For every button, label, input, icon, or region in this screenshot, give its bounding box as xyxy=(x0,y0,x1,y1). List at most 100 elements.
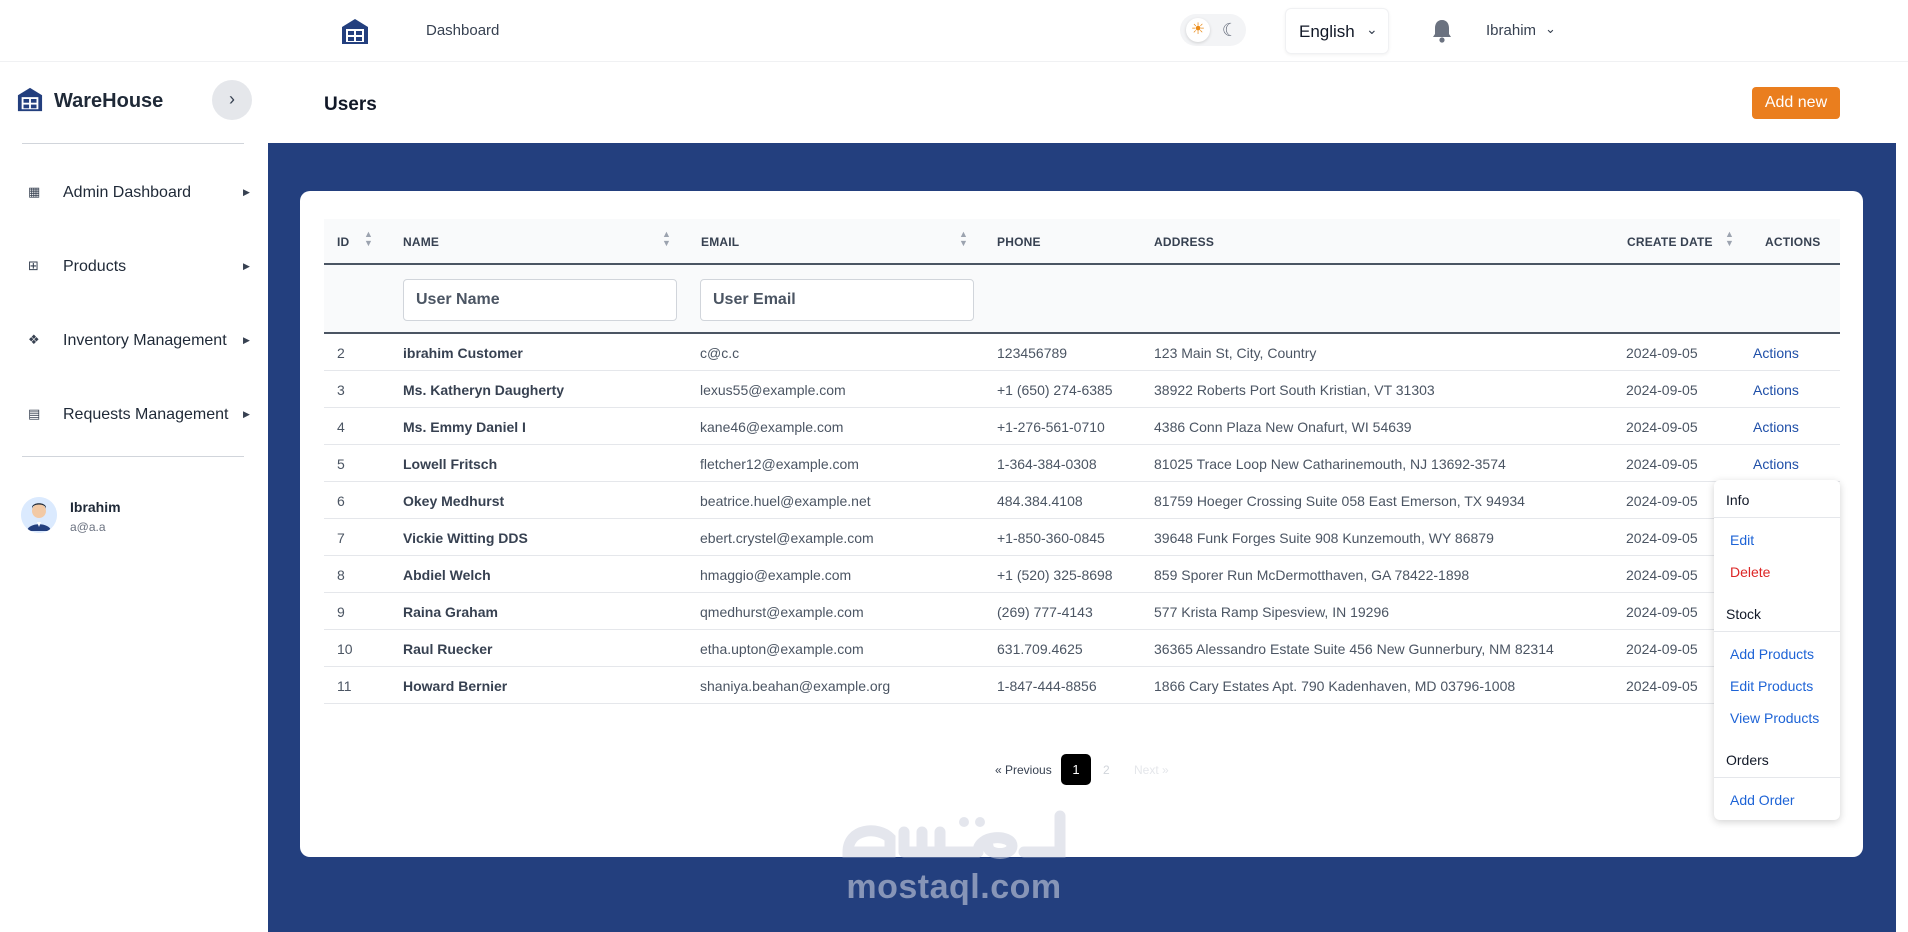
cell-id: 11 xyxy=(337,678,352,694)
pagination-next[interactable]: Next » xyxy=(1134,763,1169,777)
column-header-actions: ACTIONS xyxy=(1765,235,1821,249)
actions-dropdown-menu: Info Edit Delete Stock Add Products Edit… xyxy=(1714,480,1840,820)
caret-right-icon: ▶ xyxy=(243,261,250,271)
column-header-id[interactable]: ID xyxy=(337,235,349,249)
cell-email: qmedhurst@example.com xyxy=(700,604,864,620)
table-row: 5 Lowell Fritsch fletcher12@example.com … xyxy=(324,445,1840,482)
warehouse-icon xyxy=(17,87,43,112)
row-actions-button[interactable]: Actions xyxy=(1753,419,1799,435)
cell-address: 81025 Trace Loop New Catharinemouth, NJ … xyxy=(1154,456,1506,472)
document-icon: ▤ xyxy=(28,406,41,421)
sort-icon[interactable]: ▲ ▼ xyxy=(662,230,671,248)
sun-icon[interactable]: ☀ xyxy=(1186,18,1210,42)
row-actions-button[interactable]: Actions xyxy=(1753,456,1799,472)
cell-id: 10 xyxy=(337,641,353,657)
menu-item-add-order[interactable]: Add Order xyxy=(1730,792,1795,808)
cell-phone: (269) 777-4143 xyxy=(997,604,1093,620)
chevron-down-icon[interactable]: ⌄ xyxy=(1545,21,1556,37)
sort-icon[interactable]: ▲ ▼ xyxy=(959,230,968,248)
cell-phone: +1 (650) 274-6385 xyxy=(997,382,1113,398)
column-header-name[interactable]: NAME xyxy=(403,235,439,249)
divider xyxy=(1714,517,1840,518)
sidebar-item-label: Products xyxy=(63,258,127,275)
cell-address: 36365 Alessandro Estate Suite 456 New Gu… xyxy=(1154,641,1554,657)
cell-address: 39648 Funk Forges Suite 908 Kunzemouth, … xyxy=(1154,530,1494,546)
cell-address: 38922 Roberts Port South Kristian, VT 31… xyxy=(1154,382,1435,398)
cell-create-date: 2024-09-05 xyxy=(1626,382,1698,398)
avatar[interactable] xyxy=(21,497,57,533)
cell-create-date: 2024-09-05 xyxy=(1626,419,1698,435)
sidebar-item-label: Inventory Management xyxy=(63,332,227,349)
dashboard-link[interactable]: Dashboard xyxy=(426,22,499,39)
add-new-button[interactable]: Add new xyxy=(1752,87,1840,119)
pagination-page[interactable]: 2 xyxy=(1103,763,1110,777)
divider xyxy=(22,456,244,457)
sidebar-item-products[interactable]: ⊞ Products ▶ xyxy=(0,248,268,288)
language-select[interactable]: English ⌄ xyxy=(1285,8,1389,54)
user-name-filter-input[interactable] xyxy=(403,279,677,321)
chevron-down-icon: ⌄ xyxy=(1366,21,1378,37)
pagination-previous[interactable]: « Previous xyxy=(995,763,1052,777)
warehouse-icon[interactable] xyxy=(340,17,370,45)
cell-email: etha.upton@example.com xyxy=(700,641,864,657)
cell-create-date: 2024-09-05 xyxy=(1626,456,1698,472)
pagination-page-current[interactable]: 1 xyxy=(1061,754,1091,785)
watermark-text: mostaql.com xyxy=(846,868,1062,906)
cell-phone: 123456789 xyxy=(997,345,1068,361)
grid-icon: ▦ xyxy=(28,184,41,199)
apps-icon: ⊞ xyxy=(28,258,39,273)
column-header-email[interactable]: EMAIL xyxy=(701,235,739,249)
sort-icon[interactable]: ▲ ▼ xyxy=(364,230,373,248)
watermark: mostaql.com xyxy=(838,808,1070,908)
cell-id: 2 xyxy=(337,345,345,361)
page-title: Users xyxy=(324,94,377,115)
sidebar-user-name: Ibrahim xyxy=(70,499,121,515)
cell-id: 5 xyxy=(337,456,345,472)
table-header: ID ▲ ▼ NAME ▲ ▼ EMAIL ▲ ▼ PHONE ADDRESS CRE… xyxy=(324,219,1840,265)
menu-item-edit-products[interactable]: Edit Products xyxy=(1730,678,1813,694)
divider xyxy=(1714,631,1840,632)
moon-icon[interactable]: ☾ xyxy=(1218,18,1242,42)
menu-section-info: Info xyxy=(1726,492,1750,508)
table-row: 10 Raul Ruecker etha.upton@example.com 6… xyxy=(324,630,1840,667)
watermark-logo xyxy=(842,810,1066,859)
row-actions-button[interactable]: Actions xyxy=(1753,382,1799,398)
chevron-right-icon: › xyxy=(229,89,235,109)
caret-right-icon: ▶ xyxy=(243,335,250,345)
cell-phone: +1-276-561-0710 xyxy=(997,419,1105,435)
menu-section-stock: Stock xyxy=(1726,606,1762,622)
menu-item-delete[interactable]: Delete xyxy=(1730,564,1770,580)
row-actions-button[interactable]: Actions xyxy=(1753,345,1799,361)
sidebar-item-inventory-management[interactable]: ❖ Inventory Management ▶ xyxy=(0,322,268,362)
menu-item-add-products[interactable]: Add Products xyxy=(1730,646,1814,662)
theme-toggle[interactable]: ☀ ☾ xyxy=(1180,14,1246,46)
cell-email: kane46@example.com xyxy=(700,419,844,435)
sidebar-item-label: Admin Dashboard xyxy=(63,184,192,201)
sort-icon[interactable]: ▲ ▼ xyxy=(1725,230,1734,248)
cell-phone: 484.384.4108 xyxy=(997,493,1083,509)
cell-phone: +1 (520) 325-8698 xyxy=(997,567,1113,583)
cell-create-date: 2024-09-05 xyxy=(1626,567,1698,583)
sidebar-item-requests-management[interactable]: ▤ Requests Management ▶ xyxy=(0,396,268,436)
sidebar-user-email: a@a.a xyxy=(70,520,106,534)
cell-name: Howard Bernier xyxy=(403,678,508,694)
cell-create-date: 2024-09-05 xyxy=(1626,493,1698,509)
sidebar-toggle-button[interactable]: › xyxy=(212,80,252,120)
user-email-filter-input[interactable] xyxy=(700,279,974,321)
column-header-create-date[interactable]: CREATE DATE xyxy=(1627,235,1713,249)
cell-create-date: 2024-09-05 xyxy=(1626,604,1698,620)
cell-name: Lowell Fritsch xyxy=(403,456,498,472)
cell-address: 1866 Cary Estates Apt. 790 Kadenhaven, M… xyxy=(1154,678,1516,694)
cell-email: ebert.crystel@example.com xyxy=(700,530,874,546)
cell-name: Okey Medhurst xyxy=(403,493,505,509)
cell-id: 8 xyxy=(337,567,345,583)
cell-email: hmaggio@example.com xyxy=(700,567,852,583)
menu-item-edit[interactable]: Edit xyxy=(1730,532,1754,548)
cell-phone: 631.709.4625 xyxy=(997,641,1083,657)
sidebar-item-admin-dashboard[interactable]: ▦ Admin Dashboard ▶ xyxy=(0,174,268,214)
bell-icon[interactable] xyxy=(1430,18,1454,44)
user-menu-label[interactable]: Ibrahim xyxy=(1486,22,1536,39)
cell-create-date: 2024-09-05 xyxy=(1626,530,1698,546)
table-row: 7 Vickie Witting DDS ebert.crystel@examp… xyxy=(324,519,1840,556)
menu-item-view-products[interactable]: View Products xyxy=(1730,710,1819,726)
